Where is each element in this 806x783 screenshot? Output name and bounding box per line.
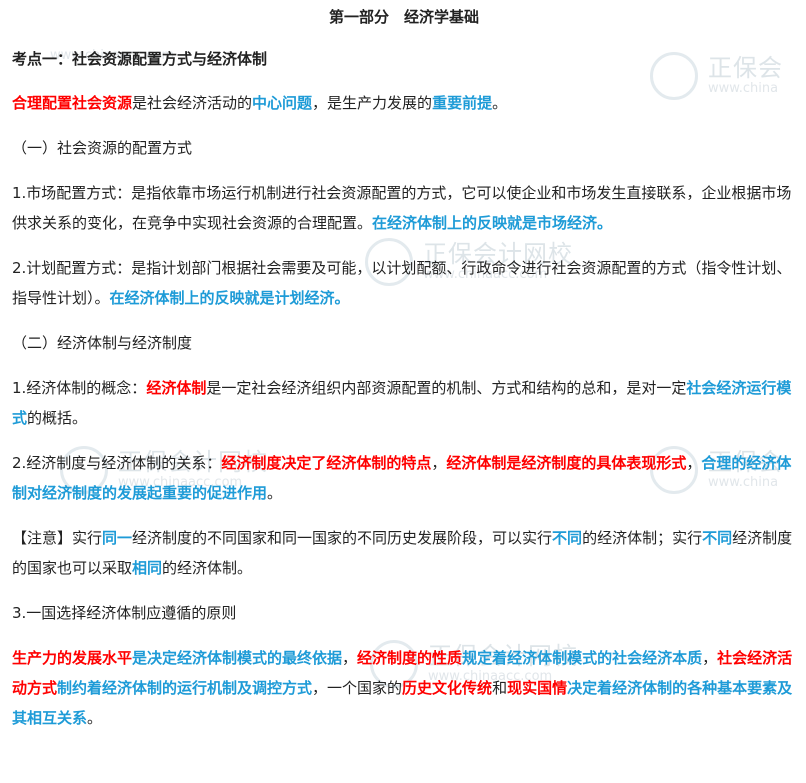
paragraph-system-relation: 2.经济制度与经济体制的关系：经济制度决定了经济体制的特点，经济体制是经济制度的… (12, 448, 796, 508)
text-span: 的经济体制。 (162, 559, 253, 577)
highlight-red: 经济制度的性质 (357, 649, 463, 667)
highlight-blue: 不同 (552, 529, 583, 547)
text-span: 。 (87, 709, 103, 727)
text-span: ， (686, 454, 702, 472)
highlight-red: 经济体制是经济制度的具体表现形式 (446, 454, 687, 472)
highlight-blue: 在经济体制上的反映就是市场经济。 (372, 214, 613, 232)
document-body: 第一部分 经济学基础 考点一：社会资源配置方式与经济体制 合理配置社会资源是社会… (0, 0, 806, 733)
text-span: ， (342, 649, 358, 667)
highlight-red: 经济体制 (146, 379, 207, 397)
section-heading: 考点一：社会资源配置方式与经济体制 (12, 50, 268, 68)
highlight-blue: 相同 (132, 559, 163, 577)
highlight-red: 生产力的发展水平 (12, 649, 133, 667)
text-span: ， (702, 649, 718, 667)
text-span: 2.经济制度与经济体制的关系： (12, 454, 222, 472)
subheading-economic-system: （二）经济体制与经济制度 (12, 334, 193, 352)
subheading-allocation: （一）社会资源的配置方式 (12, 139, 193, 157)
highlight-red: 合理配置社会资源 (12, 94, 133, 112)
text-span: 。 (267, 484, 283, 502)
text-span: 是一定社会经济组织内部资源配置的机制、方式和结构的总和，是对一定 (206, 379, 687, 397)
paragraph-note: 【注意】实行同一经济制度的不同国家和同一国家的不同历史发展阶段，可以实行不同的经… (12, 523, 796, 583)
subheading-principles: 3.一国选择经济体制应遵循的原则 (12, 604, 237, 622)
highlight-blue: 在经济体制上的反映就是计划经济。 (109, 289, 350, 307)
highlight-red: 经济制度决定了经济体制的特点 (221, 454, 432, 472)
highlight-blue: 重要前提 (432, 94, 493, 112)
paragraph-system-concept: 1.经济体制的概念：经济体制是一定社会经济组织内部资源配置的机制、方式和结构的总… (12, 373, 796, 433)
document-page: www.chinaacc.com 正保会 www.china 正保会计网校 www.… (0, 0, 806, 783)
highlight-blue: 中心问题 (252, 94, 313, 112)
text-span: ，一个国家的 (312, 679, 403, 697)
paragraph-plan-allocation: 2.计划配置方式：是指计划部门根据社会需要及可能，以计划配额、行政命令进行社会资… (12, 253, 796, 313)
highlight-blue: 规定着经济体制模式的社会经济本质 (462, 649, 703, 667)
text-span: ，是生产力发展的 (312, 94, 433, 112)
paragraph-intro: 合理配置社会资源是社会经济活动的中心问题，是生产力发展的重要前提。 (12, 88, 796, 118)
highlight-blue: 不同 (702, 529, 733, 547)
highlight-blue: 同一 (102, 529, 133, 547)
text-span: 是社会经济活动的 (132, 94, 253, 112)
highlight-red: 历史文化传统 (402, 679, 493, 697)
text-span: 经济制度的不同国家和同一国家的不同历史发展阶段，可以实行 (132, 529, 553, 547)
highlight-red: 现实国情 (507, 679, 568, 697)
text-span: 【注意】实行 (12, 529, 103, 547)
page-title: 第一部分 经济学基础 (328, 8, 479, 26)
text-span: 和 (492, 679, 508, 697)
paragraph-market-allocation: 1.市场配置方式：是指依靠市场运行机制进行社会资源配置的方式，它可以使企业和市场… (12, 178, 796, 238)
text-span: 。 (492, 94, 508, 112)
highlight-blue: 制约着经济体制的运行机制及调控方式 (57, 679, 313, 697)
text-span: 1.经济体制的概念： (12, 379, 147, 397)
text-span: 的概括。 (27, 409, 88, 427)
paragraph-principles: 生产力的发展水平是决定经济体制模式的最终依据，经济制度的性质规定着经济体制模式的… (12, 643, 796, 733)
text-span: ， (431, 454, 447, 472)
text-span: 的经济体制；实行 (582, 529, 703, 547)
highlight-blue: 是决定经济体制模式的最终依据 (132, 649, 343, 667)
